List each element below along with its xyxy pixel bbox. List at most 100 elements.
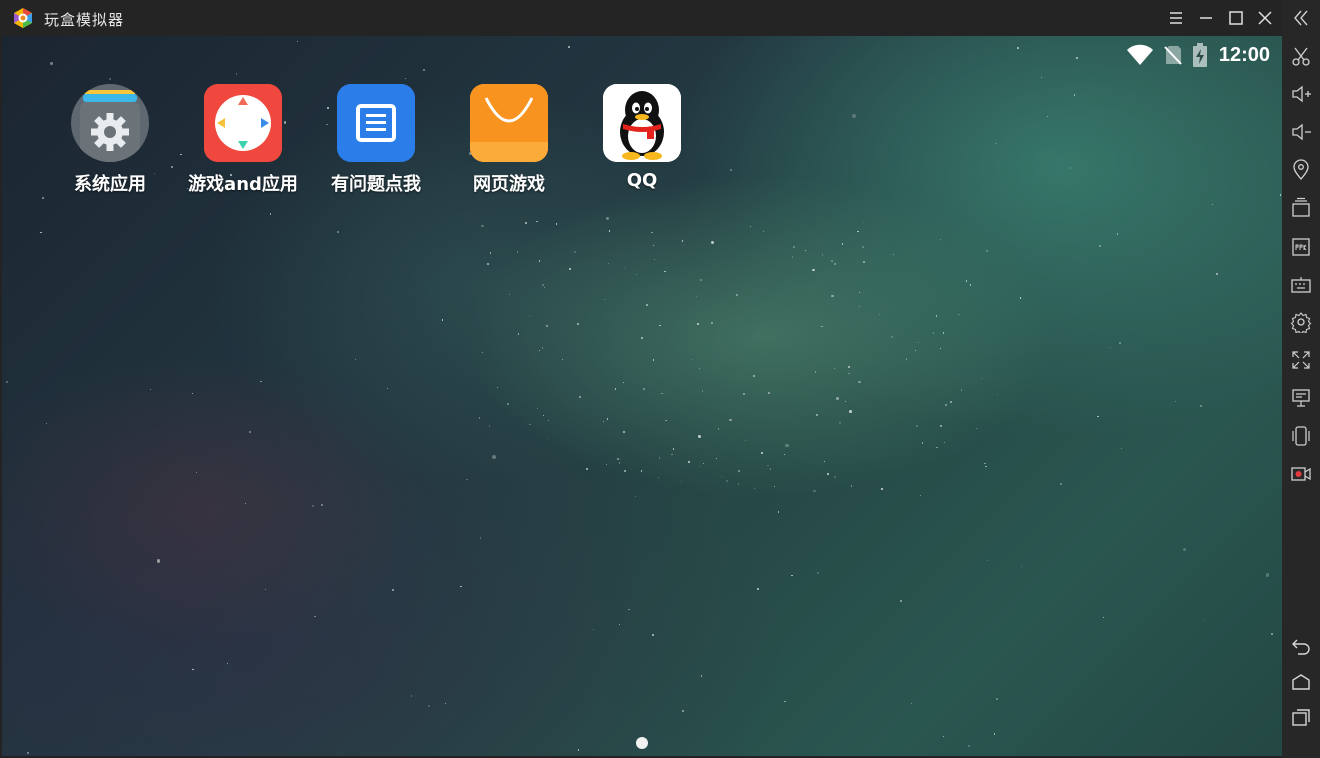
wifi-icon — [1126, 44, 1153, 65]
wallpaper-star — [821, 254, 823, 256]
wallpaper-star — [698, 367, 700, 369]
app-qq[interactable]: QQ — [582, 84, 702, 191]
fullscreen-button[interactable] — [1290, 349, 1312, 371]
document-list-icon — [337, 84, 415, 162]
wallpaper-star — [986, 249, 989, 252]
app-web-games[interactable]: 网页游戏 — [449, 84, 569, 196]
wallpaper-star — [710, 321, 713, 324]
wallpaper-star — [969, 284, 971, 286]
collapse-toolbar-button[interactable] — [1290, 7, 1312, 29]
wallpaper-star — [392, 588, 395, 591]
wallpaper-star — [482, 352, 484, 354]
wallpaper-star — [754, 488, 756, 490]
maximize-button[interactable] — [1226, 8, 1246, 28]
wallpaper-star — [716, 457, 718, 459]
record-icon — [1291, 467, 1311, 481]
wallpaper-star — [793, 245, 796, 248]
android-screen[interactable]: 12:00 系统应用 游戏and应用 有问题点我 网页游戏 QQ — [2, 36, 1282, 756]
screenshot-cut-button[interactable] — [1290, 45, 1312, 67]
cut-icon — [1292, 47, 1310, 66]
status-clock: 12:00 — [1218, 43, 1270, 66]
wallpaper-star — [850, 485, 852, 487]
wallpaper-star — [593, 629, 595, 631]
wallpaper-star — [778, 511, 780, 513]
wallpaper-star — [996, 698, 998, 700]
record-button[interactable] — [1290, 463, 1312, 485]
wallpaper-star — [536, 220, 539, 223]
wallpaper-star — [606, 418, 609, 420]
wallpaper-star — [861, 246, 864, 249]
wallpaper-star — [967, 745, 970, 747]
emulator-toolbar — [1282, 0, 1320, 758]
screen-icon — [1292, 389, 1310, 407]
wallpaper-star — [479, 537, 482, 539]
wallpaper-star — [387, 387, 389, 389]
wallpaper-star — [546, 325, 549, 328]
shake-button[interactable] — [1290, 425, 1312, 447]
app-label: 有问题点我 — [331, 174, 421, 195]
wallpaper-star — [569, 268, 571, 270]
wallpaper-star — [697, 434, 702, 439]
wallpaper-star — [574, 250, 577, 253]
wallpaper-star — [585, 467, 588, 470]
android-home-button[interactable] — [1290, 671, 1312, 693]
wallpaper-star — [659, 324, 661, 327]
wallpaper-star — [180, 153, 182, 156]
wallpaper-star — [620, 459, 622, 461]
wallpaper-star — [813, 489, 816, 493]
qq-penguin-icon — [603, 84, 681, 162]
wallpaper-star — [935, 315, 938, 317]
wallpaper-star — [949, 401, 952, 404]
close-button[interactable] — [1255, 8, 1275, 28]
wallpaper-star — [695, 295, 698, 298]
wallpaper-star — [1116, 233, 1119, 235]
wallpaper-star — [721, 475, 723, 477]
volume-up-button[interactable] — [1290, 83, 1312, 105]
wallpaper-star — [1099, 244, 1102, 247]
location-icon — [1293, 159, 1309, 181]
wallpaper-star — [701, 390, 703, 392]
wallpaper-star — [568, 46, 570, 48]
install-apk-button[interactable] — [1290, 236, 1312, 258]
wallpaper-star — [646, 304, 649, 307]
app-help[interactable]: 有问题点我 — [316, 84, 436, 196]
wallpaper-star — [427, 705, 430, 708]
wallpaper-star — [681, 240, 684, 242]
status-bar: 12:00 — [1126, 42, 1270, 68]
wallpaper-star — [622, 381, 625, 383]
wallpaper-star — [756, 587, 759, 590]
wallpaper-star — [1120, 448, 1122, 450]
wallpaper-star — [604, 299, 606, 301]
back-icon — [1292, 639, 1310, 655]
android-back-button[interactable] — [1290, 635, 1312, 657]
keyboard-mapping-button[interactable] — [1290, 274, 1312, 296]
wallpaper-star — [849, 410, 852, 413]
screen-button[interactable] — [1290, 387, 1312, 409]
menu-button[interactable] — [1166, 8, 1186, 28]
wallpaper-star — [297, 41, 299, 43]
app-games-and-apps[interactable]: 游戏and应用 — [183, 84, 303, 196]
volume-down-icon — [1292, 123, 1311, 141]
location-button[interactable] — [1290, 159, 1312, 181]
volume-down-button[interactable] — [1290, 121, 1312, 143]
wallpaper-star — [1174, 400, 1176, 402]
wallpaper-star — [940, 347, 942, 349]
app-system-apps[interactable]: 系统应用 — [50, 84, 170, 196]
wallpaper-star — [939, 425, 942, 428]
app-label: 游戏and应用 — [188, 174, 298, 195]
android-recents-button[interactable] — [1290, 706, 1312, 728]
wallpaper-star — [863, 260, 866, 263]
wallpaper-star — [858, 291, 861, 294]
wallpaper-star — [640, 470, 643, 472]
settings-button[interactable] — [1290, 311, 1312, 333]
wallpaper-star — [996, 393, 999, 396]
wallpaper-star — [1097, 416, 1099, 418]
wallpaper-star — [191, 393, 193, 395]
wallpaper-star — [768, 392, 770, 394]
wallpaper-star — [863, 221, 865, 224]
wallpaper-star — [671, 453, 673, 456]
wallpaper-star — [312, 504, 315, 507]
multi-window-button[interactable] — [1290, 197, 1312, 219]
minimize-button[interactable] — [1196, 8, 1216, 28]
wallpaper-star — [827, 473, 829, 475]
